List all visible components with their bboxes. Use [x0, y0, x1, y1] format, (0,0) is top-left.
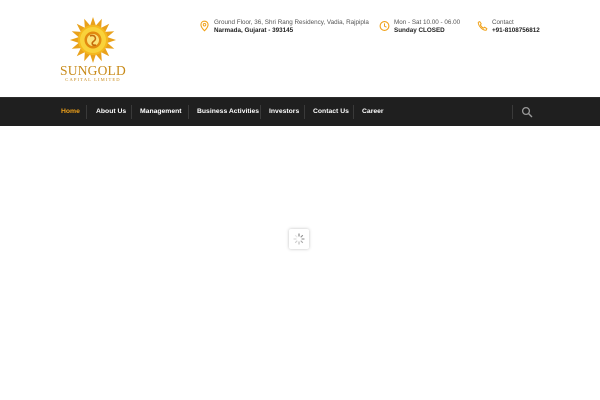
search-icon[interactable] — [521, 106, 533, 118]
address-line1: Ground Floor, 36, Shri Rang Residency, V… — [214, 19, 369, 26]
nav-item-about-us[interactable]: About Us — [96, 98, 126, 126]
brand-logo[interactable]: SUNGOLD CAPITAL LIMITED — [58, 17, 128, 83]
nav-item-career[interactable]: Career — [362, 98, 384, 126]
nav-item-home[interactable]: Home — [61, 98, 80, 126]
nav-divider — [512, 105, 513, 119]
hours-line1: Mon - Sat 10.00 - 06.00 — [394, 19, 461, 26]
phone-line1: Contact — [492, 19, 514, 26]
brand-name: SUNGOLD — [60, 63, 126, 78]
address-info: Ground Floor, 36, Shri Rang Residency, V… — [199, 19, 369, 35]
nav-item-business-activities[interactable]: Business Activities — [197, 98, 259, 126]
address-line2: Narmada, Gujarat - 393145 — [214, 27, 294, 34]
clock-icon — [379, 21, 390, 31]
phone-info: Contact +91-8108756812 — [477, 19, 540, 35]
nav-divider — [304, 105, 305, 119]
location-pin-icon — [200, 20, 209, 32]
nav-item-investors[interactable]: Investors — [269, 98, 299, 126]
nav-divider — [131, 105, 132, 119]
main-navbar: Home About Us Management Business Activi… — [0, 97, 600, 126]
phone-icon — [477, 21, 488, 31]
nav-divider — [260, 105, 261, 119]
page-loader — [289, 229, 309, 249]
hours-line2: Sunday CLOSED — [394, 27, 445, 34]
brand-subtitle: CAPITAL LIMITED — [65, 77, 121, 82]
loading-spinner-icon — [293, 233, 305, 245]
sun-emblem-icon — [70, 17, 116, 63]
nav-item-management[interactable]: Management — [140, 98, 182, 126]
nav-divider — [353, 105, 354, 119]
nav-item-contact-us[interactable]: Contact Us — [313, 98, 349, 126]
nav-divider — [86, 105, 87, 119]
nav-divider — [188, 105, 189, 119]
phone-number[interactable]: +91-8108756812 — [492, 27, 540, 35]
hours-info: Mon - Sat 10.00 - 06.00 Sunday CLOSED — [379, 19, 460, 35]
